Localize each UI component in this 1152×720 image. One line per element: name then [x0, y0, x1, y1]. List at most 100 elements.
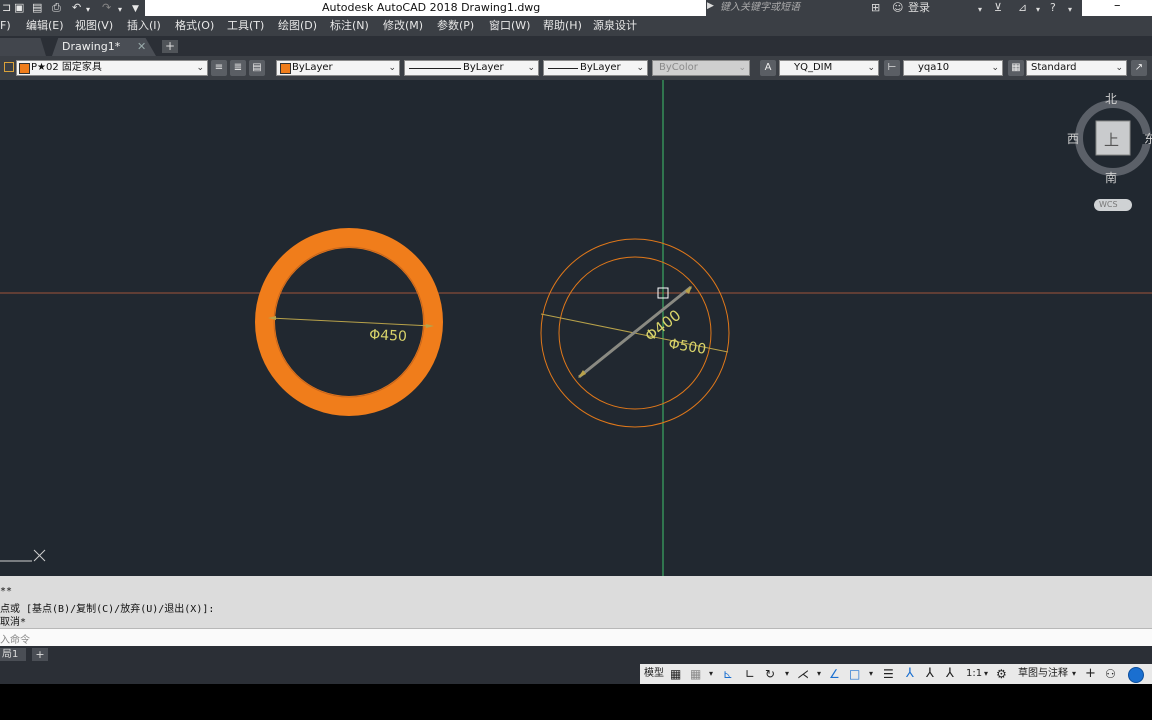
redo-icon[interactable]: ↷	[102, 1, 111, 15]
color-value: ByLayer	[292, 62, 333, 73]
menu-item-window[interactable]: 窗口(W)	[489, 19, 530, 33]
osnap-dropdown-icon[interactable]: ▾	[869, 666, 873, 682]
plotstyle-dropdown[interactable]: ByColor ⌄	[652, 60, 750, 76]
open-icon[interactable]: ⊐	[2, 1, 11, 15]
drawing-area[interactable]: Φ450 Φ400 Φ500 北 南 西 东 上 WCS	[0, 80, 1152, 576]
undo-dropdown-icon[interactable]: ▾	[86, 3, 90, 17]
menu-item-insert[interactable]: 插入(I)	[127, 19, 161, 33]
annotation-scale-icon[interactable]: ⅄	[946, 666, 954, 682]
viewcube-east[interactable]: 东	[1144, 130, 1152, 147]
layer-previous-icon[interactable]: ▤	[249, 60, 265, 76]
annotation-visibility-icon[interactable]: ⅄	[906, 666, 914, 682]
dimension-style-icon[interactable]: ⊢	[884, 60, 900, 76]
user-icon[interactable]: ☺	[892, 1, 903, 15]
help-dropdown-icon[interactable]: ▾	[1068, 3, 1072, 17]
dimension-line-left[interactable]	[269, 317, 433, 327]
menu-item-parametric[interactable]: 参数(P)	[437, 19, 474, 33]
workspace-gear-icon[interactable]: ⚙	[996, 666, 1007, 682]
isometric-icon[interactable]: ⋌	[797, 666, 809, 682]
tablestyle-dropdown[interactable]: Standard ⌄	[1026, 60, 1127, 76]
multileader-icon[interactable]: ↗	[1131, 60, 1147, 76]
binoculars-icon[interactable]: ⊞	[871, 1, 880, 15]
tab-layout1[interactable]: 局1	[0, 648, 26, 661]
help-icon[interactable]: ?	[1050, 1, 1056, 15]
polar-tracking-icon[interactable]: ↻	[765, 666, 775, 682]
scale-dropdown-icon[interactable]: ▾	[984, 666, 988, 682]
grid-icon[interactable]: ▦	[670, 666, 681, 682]
redo-dropdown-icon[interactable]: ▾	[118, 3, 122, 17]
add-layout-button[interactable]: +	[32, 648, 48, 661]
isometric-dropdown-icon[interactable]: ▾	[817, 666, 821, 682]
menu-item-format[interactable]: 格式(O)	[175, 19, 214, 33]
viewcube-west[interactable]: 西	[1067, 130, 1079, 147]
tab-start[interactable]	[0, 38, 46, 56]
dimension-line-inner-selected[interactable]	[578, 285, 692, 379]
viewcube-south[interactable]: 南	[1105, 169, 1117, 186]
model-space-button[interactable]: 模型	[644, 666, 664, 682]
snap-dropdown-icon[interactable]: ▾	[709, 666, 713, 682]
expand-arrow-icon[interactable]: ▶	[707, 1, 714, 11]
layer-color-swatch	[19, 63, 30, 74]
lineweight-toggle-icon[interactable]: ☰	[883, 666, 894, 682]
viewcube-north[interactable]: 北	[1105, 90, 1117, 107]
snap-icon[interactable]: ▦	[690, 666, 701, 682]
layer-properties-icon[interactable]: ≡	[211, 60, 227, 76]
save-icon[interactable]: ▣	[14, 1, 24, 15]
drawing-svg[interactable]: Φ450 Φ400 Φ500	[0, 80, 1152, 576]
menu-item-draw[interactable]: 绘图(D)	[278, 19, 317, 33]
menu-bar: F) 编辑(E) 视图(V) 插入(I) 格式(O) 工具(T) 绘图(D) 标…	[0, 16, 1152, 36]
tab-drawing1-label[interactable]: Drawing1*	[62, 40, 120, 53]
search-input[interactable]: 键入关键字或短语	[720, 1, 800, 15]
wcs-label[interactable]: WCS	[1099, 199, 1118, 211]
linetype-dropdown[interactable]: ByLayer ⌄	[404, 60, 539, 76]
plus-icon[interactable]: +	[1085, 666, 1096, 682]
viewcube-face-label[interactable]: 上	[1104, 129, 1119, 150]
menu-item-yuanquan[interactable]: 源泉设计	[593, 19, 637, 33]
lineweight-dropdown[interactable]: ByLayer ⌄	[543, 60, 648, 76]
login-link[interactable]: 登录	[908, 1, 930, 15]
object-snap-icon[interactable]: □	[849, 666, 860, 682]
command-input[interactable]	[0, 628, 1152, 646]
exchange-dropdown-icon[interactable]: ▾	[1036, 3, 1040, 17]
exchange-icon[interactable]: ⊿	[1018, 1, 1027, 15]
multileader-style-dropdown[interactable]: yqa10 ⌄	[903, 60, 1003, 76]
menu-item-edit[interactable]: 编辑(E)	[26, 19, 64, 33]
polar-dropdown-icon[interactable]: ▾	[785, 666, 789, 682]
menu-item-help[interactable]: 帮助(H)	[543, 19, 582, 33]
color-dropdown[interactable]: ByLayer ⌄	[276, 60, 400, 76]
command-prompt[interactable]: 入命令	[0, 631, 30, 646]
save-as-icon[interactable]: ▤	[32, 1, 42, 15]
make-current-layer-icon[interactable]: ≣	[230, 60, 246, 76]
login-dropdown-icon[interactable]: ▾	[978, 3, 982, 17]
object-snap-tracking-icon[interactable]: ∠	[829, 666, 840, 682]
menu-item-modify[interactable]: 修改(M)	[383, 19, 423, 33]
undo-icon[interactable]: ↶	[72, 1, 81, 15]
minimize-icon[interactable]: –	[1114, 0, 1121, 13]
customize-dropdown-icon[interactable]: ▼	[132, 2, 139, 16]
dimension-text-left[interactable]: Φ450	[369, 327, 408, 345]
dimstyle-dropdown[interactable]: YQ_DIM ⌄	[779, 60, 879, 76]
menu-item-tools[interactable]: 工具(T)	[227, 19, 264, 33]
annotation-scale-value[interactable]: 1:1	[966, 666, 982, 682]
table-style-icon[interactable]: ▦	[1008, 60, 1024, 76]
isolate-objects-icon[interactable]: ⚇	[1105, 666, 1116, 682]
layer-name: P★02 固定家具	[31, 62, 102, 73]
cart-icon[interactable]: ⊻	[994, 1, 1002, 15]
text-style-icon[interactable]: A	[760, 60, 776, 76]
hardware-acceleration-icon[interactable]	[1128, 667, 1144, 683]
ortho-icon[interactable]: ∟	[745, 666, 755, 682]
workspace-switcher[interactable]: 草图与注释	[1018, 666, 1068, 682]
chevron-down-icon: ⌄	[991, 63, 999, 73]
menu-item-dimension[interactable]: 标注(N)	[330, 19, 369, 33]
plot-icon[interactable]: ⎙	[52, 1, 61, 15]
dimension-text-outer[interactable]: Φ500	[667, 336, 707, 358]
infer-constraints-icon[interactable]: ⊾	[723, 666, 733, 682]
menu-item-view[interactable]: 视图(V)	[75, 19, 113, 33]
auto-scale-icon[interactable]: ⅄	[926, 666, 934, 682]
command-history-line-3: 取消*	[0, 617, 27, 628]
layer-dropdown[interactable]: P★02 固定家具 ⌄	[16, 60, 208, 76]
workspace-dropdown-icon[interactable]: ▾	[1072, 666, 1076, 682]
tab-close-icon[interactable]: ✕	[137, 40, 146, 53]
new-tab-button[interactable]: +	[162, 40, 178, 53]
menu-item-file[interactable]: F)	[0, 19, 11, 33]
